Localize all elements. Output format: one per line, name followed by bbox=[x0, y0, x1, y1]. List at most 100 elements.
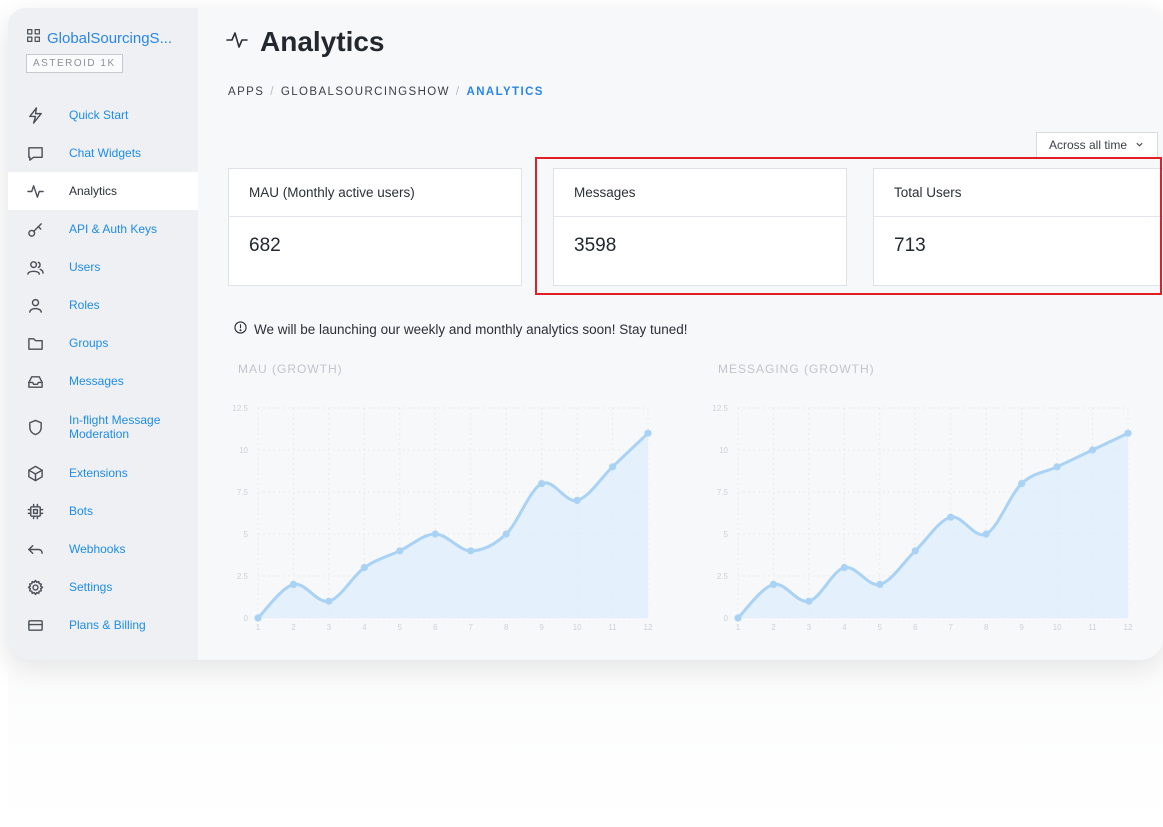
time-range-select[interactable]: Across all time bbox=[1036, 132, 1158, 158]
sidebar-item-label: Messages bbox=[69, 374, 124, 388]
sidebar-item-messages[interactable]: Messages bbox=[8, 362, 198, 400]
y-tick-label: 0 bbox=[244, 614, 249, 623]
analytics-notice: We will be launching our weekly and mont… bbox=[234, 321, 688, 337]
y-tick-label: 7.5 bbox=[237, 488, 249, 497]
sidebar-item-webhooks[interactable]: Webhooks bbox=[8, 530, 198, 568]
data-point bbox=[734, 614, 742, 622]
sidebar-item-in-flight-message-moderation[interactable]: In-flight Message Moderation bbox=[8, 400, 198, 454]
x-tick-label: 12 bbox=[1124, 623, 1133, 632]
chip-icon bbox=[26, 502, 44, 520]
chart-title-messaging: MESSAGING (GROWTH) bbox=[718, 362, 875, 376]
stat-value: 682 bbox=[249, 235, 281, 256]
x-tick-label: 9 bbox=[1019, 623, 1024, 632]
data-point bbox=[396, 547, 404, 555]
breadcrumb-apps[interactable]: APPS bbox=[228, 86, 264, 98]
data-point bbox=[1124, 429, 1132, 437]
sidebar-item-extensions[interactable]: Extensions bbox=[8, 454, 198, 492]
sidebar: GlobalSourcingS... ASTEROID 1K Quick Sta… bbox=[8, 8, 198, 660]
app-header[interactable]: GlobalSourcingS... ASTEROID 1K bbox=[8, 8, 198, 96]
info-icon bbox=[234, 321, 247, 337]
user-icon bbox=[26, 296, 44, 314]
data-point bbox=[840, 564, 848, 572]
x-tick-label: 1 bbox=[256, 623, 261, 632]
x-tick-label: 12 bbox=[644, 623, 653, 632]
sidebar-item-bots[interactable]: Bots bbox=[8, 492, 198, 530]
sidebar-item-label: Quick Start bbox=[69, 108, 129, 122]
data-point bbox=[876, 580, 884, 588]
data-point bbox=[325, 597, 333, 605]
gear-icon bbox=[26, 578, 44, 596]
x-tick-label: 8 bbox=[504, 623, 509, 632]
x-tick-label: 4 bbox=[362, 623, 367, 632]
y-tick-label: 2.5 bbox=[717, 572, 729, 581]
x-tick-label: 7 bbox=[949, 623, 954, 632]
breadcrumb-app[interactable]: GLOBALSOURCINGSHOW bbox=[281, 86, 450, 98]
sidebar-item-label: Analytics bbox=[69, 184, 118, 198]
sidebar-item-api-and-auth-keys[interactable]: API & Auth Keys bbox=[8, 210, 198, 248]
data-point bbox=[947, 513, 955, 521]
pulse-icon bbox=[26, 182, 44, 200]
sidebar-item-label: In-flight Message Moderation bbox=[69, 413, 161, 441]
plan-badge: ASTEROID 1K bbox=[26, 54, 123, 73]
data-point bbox=[1018, 480, 1026, 488]
stat-label: MAU (Monthly active users) bbox=[229, 169, 521, 217]
x-tick-label: 2 bbox=[291, 623, 296, 632]
x-tick-label: 4 bbox=[842, 623, 847, 632]
main-content: Analytics APPS / GLOBALSOURCINGSHOW / ANALYT… bbox=[198, 8, 1163, 660]
y-tick-label: 10 bbox=[239, 446, 248, 455]
page-header: Analytics bbox=[226, 26, 385, 58]
sidebar-item-quick-start[interactable]: Quick Start bbox=[8, 96, 198, 134]
chat-icon bbox=[26, 144, 44, 162]
app-window: GlobalSourcingS... ASTEROID 1K Quick Sta… bbox=[8, 8, 1163, 660]
app-name[interactable]: GlobalSourcingS... bbox=[47, 30, 186, 47]
x-tick-label: 8 bbox=[984, 623, 989, 632]
sidebar-item-label: Bots bbox=[69, 504, 94, 518]
data-point bbox=[1053, 463, 1061, 471]
sidebar-item-label: Users bbox=[69, 260, 101, 274]
sidebar-item-analytics[interactable]: Analytics bbox=[8, 172, 198, 210]
breadcrumb: APPS / GLOBALSOURCINGSHOW / ANALYTICS bbox=[228, 86, 544, 98]
data-point bbox=[467, 547, 475, 555]
sidebar-item-label: Groups bbox=[69, 336, 109, 350]
data-point bbox=[502, 530, 510, 538]
x-tick-label: 6 bbox=[433, 623, 438, 632]
sidebar-item-groups[interactable]: Groups bbox=[8, 324, 198, 362]
sidebar-item-label: Extensions bbox=[69, 466, 128, 480]
data-point bbox=[538, 480, 546, 488]
breadcrumb-current: ANALYTICS bbox=[466, 86, 544, 98]
reflection bbox=[8, 660, 1163, 827]
sidebar-item-settings[interactable]: Settings bbox=[8, 568, 198, 606]
sidebar-item-label: Chat Widgets bbox=[69, 146, 142, 160]
card-icon bbox=[26, 616, 44, 634]
data-point bbox=[769, 580, 778, 588]
bolt-icon bbox=[26, 106, 44, 124]
y-tick-label: 7.5 bbox=[717, 488, 729, 497]
shield-icon bbox=[26, 418, 44, 436]
chevron-down-icon bbox=[1135, 138, 1144, 152]
folder-icon bbox=[26, 334, 44, 352]
chart-mau-growth: 02.557.51012.51 2 3 4 5 6 7 8 9 10 11 12 bbox=[232, 404, 653, 632]
sidebar-item-users[interactable]: Users bbox=[8, 248, 198, 286]
data-point bbox=[573, 496, 581, 504]
sidebar-item-label: Settings bbox=[69, 580, 113, 594]
data-point bbox=[608, 463, 617, 471]
y-tick-label: 12.5 bbox=[232, 404, 248, 413]
page-title: Analytics bbox=[260, 26, 385, 57]
time-range-value: Across all time bbox=[1049, 138, 1128, 152]
y-tick-label: 5 bbox=[724, 530, 729, 539]
x-tick-label: 9 bbox=[539, 623, 544, 632]
x-tick-label: 10 bbox=[1053, 623, 1062, 632]
sidebar-item-plans-and-billing[interactable]: Plans & Billing bbox=[8, 606, 198, 644]
x-tick-label: 5 bbox=[398, 623, 403, 632]
notice-text: We will be launching our weekly and mont… bbox=[254, 321, 688, 337]
x-tick-label: 5 bbox=[878, 623, 883, 632]
sidebar-nav: Quick Start Chat Widgets Analytics API & Au… bbox=[8, 96, 198, 644]
data-point bbox=[289, 580, 298, 588]
data-point bbox=[982, 530, 990, 538]
sidebar-item-chat-widgets[interactable]: Chat Widgets bbox=[8, 134, 198, 172]
data-point bbox=[431, 530, 439, 538]
sidebar-item-roles[interactable]: Roles bbox=[8, 286, 198, 324]
sidebar-item-label: Webhooks bbox=[69, 542, 126, 556]
data-point bbox=[911, 547, 919, 555]
y-tick-label: 12.5 bbox=[712, 404, 728, 413]
